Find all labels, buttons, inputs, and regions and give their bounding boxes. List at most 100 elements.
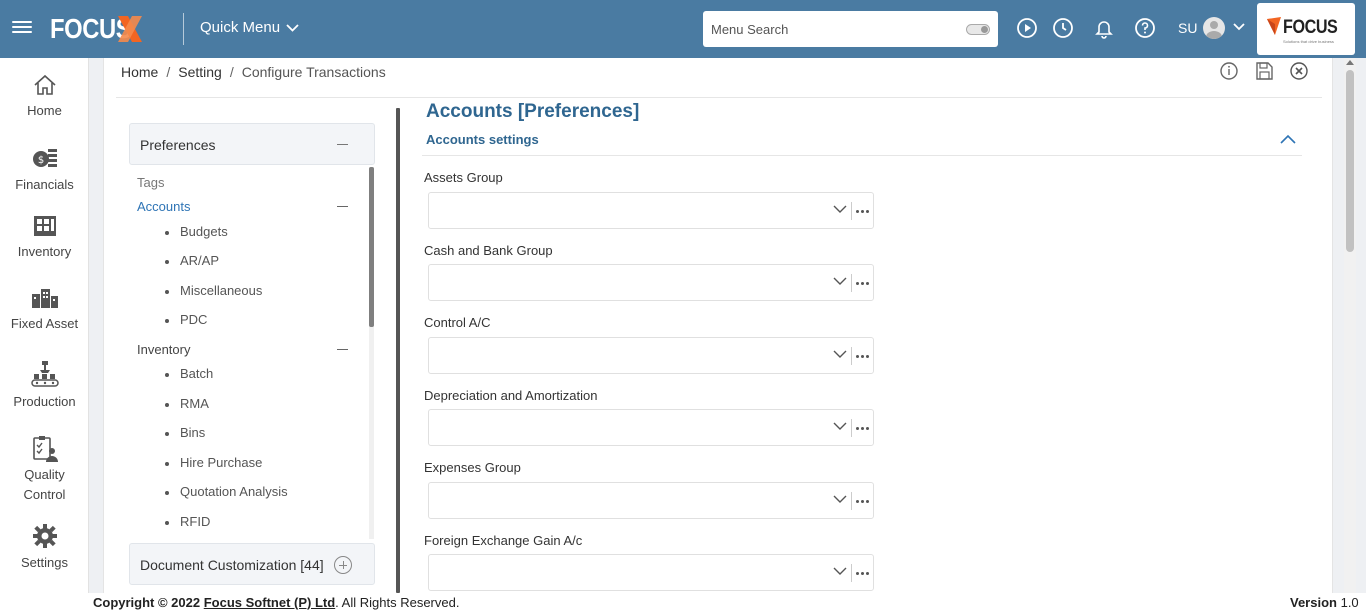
more-options-icon[interactable] [851, 347, 873, 365]
nav-label-quality: Quality [24, 467, 65, 482]
home-icon [33, 74, 56, 95]
nav-item-home[interactable]: Home [0, 73, 89, 121]
chevron-down-icon[interactable] [833, 567, 847, 576]
tree-inventory-label: Inventory [137, 342, 191, 357]
tree-item-hire-purchase[interactable]: Hire Purchase [164, 455, 262, 470]
chevron-up-icon[interactable] [1279, 133, 1297, 145]
panel-splitter[interactable] [396, 108, 400, 593]
nav-label-fixed-asset: Fixed Asset [10, 316, 79, 331]
logo-x-icon [118, 16, 142, 42]
nav-item-quality-control[interactable]: Quality Control [0, 435, 89, 505]
expand-plus-icon[interactable] [334, 556, 352, 574]
clock-icon[interactable] [1052, 17, 1074, 39]
nav-item-production[interactable]: Production [0, 360, 89, 412]
nav-item-settings[interactable]: Settings [0, 523, 89, 573]
menu-search-input[interactable] [711, 19, 951, 39]
tree-item-batch[interactable]: Batch [164, 366, 213, 381]
collapse-icon[interactable] [337, 349, 348, 350]
tree-header-document-customization[interactable]: Document Customization [44] [129, 543, 375, 585]
preferences-tree: Preferences Tags Accounts Budgets AR/AP … [129, 123, 375, 586]
quick-menu-button[interactable]: Quick Menu [200, 19, 299, 36]
more-options-icon[interactable] [851, 492, 873, 510]
chevron-down-icon[interactable] [833, 350, 847, 359]
breadcrumb: Home / Setting / Configure Transactions [121, 64, 386, 80]
brand-logo: FOCUS Solutions that drive business [1257, 3, 1355, 55]
user-initials[interactable]: SU [1178, 20, 1197, 36]
close-icon[interactable] [1289, 61, 1309, 81]
avatar[interactable] [1203, 17, 1225, 39]
control-ac-select[interactable] [428, 337, 874, 374]
nav-item-financials[interactable]: $ Financials [0, 145, 89, 195]
play-icon[interactable] [1016, 17, 1038, 39]
brand-text: FOCUS [1283, 17, 1338, 38]
warehouse-icon [33, 216, 56, 236]
quick-menu-label: Quick Menu [200, 19, 281, 36]
version-value: 1.0 [1340, 595, 1359, 610]
assets-group-select[interactable] [428, 192, 874, 229]
bell-icon[interactable] [1093, 17, 1115, 39]
tree-tags-label: Tags [137, 175, 165, 190]
tree-item-miscellaneous[interactable]: Miscellaneous [164, 283, 262, 298]
tree-item-quotation-analysis[interactable]: Quotation Analysis [165, 484, 288, 499]
chevron-down-icon[interactable] [833, 422, 847, 431]
breadcrumb-current: Configure Transactions [241, 64, 386, 80]
tree-accounts-label: Accounts [137, 199, 191, 214]
field-label-cash-and-bank-group: Cash and Bank Group [424, 243, 553, 258]
nav-item-fixed-asset[interactable]: Fixed Asset [0, 286, 89, 334]
tree-item-rma[interactable]: RMA [165, 396, 209, 411]
collapse-icon[interactable] [337, 144, 348, 145]
field-label-control-ac: Control A/C [424, 315, 491, 330]
clipboard-user-icon [32, 436, 58, 462]
copyright-text: Copyright © 2022 Focus Softnet (P) Ltd. … [93, 595, 459, 610]
collapse-icon[interactable] [337, 206, 348, 207]
info-icon[interactable] [1219, 61, 1239, 81]
depreciation-select[interactable] [428, 409, 874, 446]
form-title: Accounts [Preferences] [426, 101, 640, 122]
user-menu-chevron-icon[interactable] [1232, 20, 1246, 34]
doc-customization-label: Document Customization [44] [140, 557, 324, 573]
gear-icon [32, 524, 57, 548]
tree-header-preferences[interactable]: Preferences [129, 123, 375, 165]
brand-mark-icon [1267, 17, 1281, 35]
help-icon[interactable] [1134, 17, 1156, 39]
company-link[interactable]: Focus Softnet (P) Ltd [204, 595, 335, 610]
more-options-icon[interactable] [851, 419, 873, 437]
search-toggle[interactable] [966, 24, 990, 35]
tree-item-inventory[interactable]: Inventory [137, 342, 351, 357]
more-options-icon[interactable] [851, 202, 873, 220]
menu-search-box [703, 11, 998, 47]
field-label-assets-group: Assets Group [424, 170, 503, 185]
nav-item-inventory[interactable]: Inventory [0, 214, 89, 262]
chevron-down-icon[interactable] [833, 205, 847, 214]
tree-item-rfid[interactable]: RFID [164, 514, 210, 529]
page-scrollbar-thumb[interactable] [1346, 70, 1354, 252]
tree-header-label: Preferences [140, 137, 216, 153]
more-options-icon[interactable] [851, 564, 873, 582]
breadcrumb-home[interactable]: Home [121, 64, 158, 80]
nav-label-financials: Financials [15, 177, 74, 192]
tree-item-pdc[interactable]: PDC [164, 312, 207, 327]
more-options-icon[interactable] [851, 274, 873, 292]
cash-and-bank-group-select[interactable] [428, 264, 874, 301]
tree-item-accounts[interactable]: Accounts [137, 199, 351, 214]
tree-scrollbar-thumb[interactable] [369, 167, 374, 327]
expenses-group-select[interactable] [428, 482, 874, 519]
breadcrumb-setting[interactable]: Setting [178, 64, 222, 80]
tree-item-ar-ap[interactable]: AR/AP [164, 253, 219, 268]
version-text: Version 1.0 [1290, 595, 1359, 610]
tree-item-bins[interactable]: Bins [164, 425, 205, 440]
field-label-foreign-exchange-gain: Foreign Exchange Gain A/c [424, 533, 583, 548]
nav-label-production: Production [13, 394, 76, 409]
save-icon[interactable] [1254, 61, 1274, 81]
chevron-down-icon[interactable] [833, 495, 847, 504]
chevron-down-icon[interactable] [833, 277, 847, 286]
field-label-depreciation: Depreciation and Amortization [424, 388, 598, 403]
focus-logo[interactable]: FOCUS [50, 12, 146, 46]
section-header[interactable]: Accounts settings [426, 132, 539, 147]
coins-icon: $ [32, 149, 57, 167]
tree-item-budgets[interactable]: Budgets [165, 224, 228, 239]
scroll-up-arrow-icon[interactable] [1346, 60, 1354, 65]
topbar-divider [183, 13, 184, 45]
foreign-exchange-gain-select[interactable] [428, 554, 874, 591]
hamburger-menu-icon[interactable] [12, 18, 32, 38]
